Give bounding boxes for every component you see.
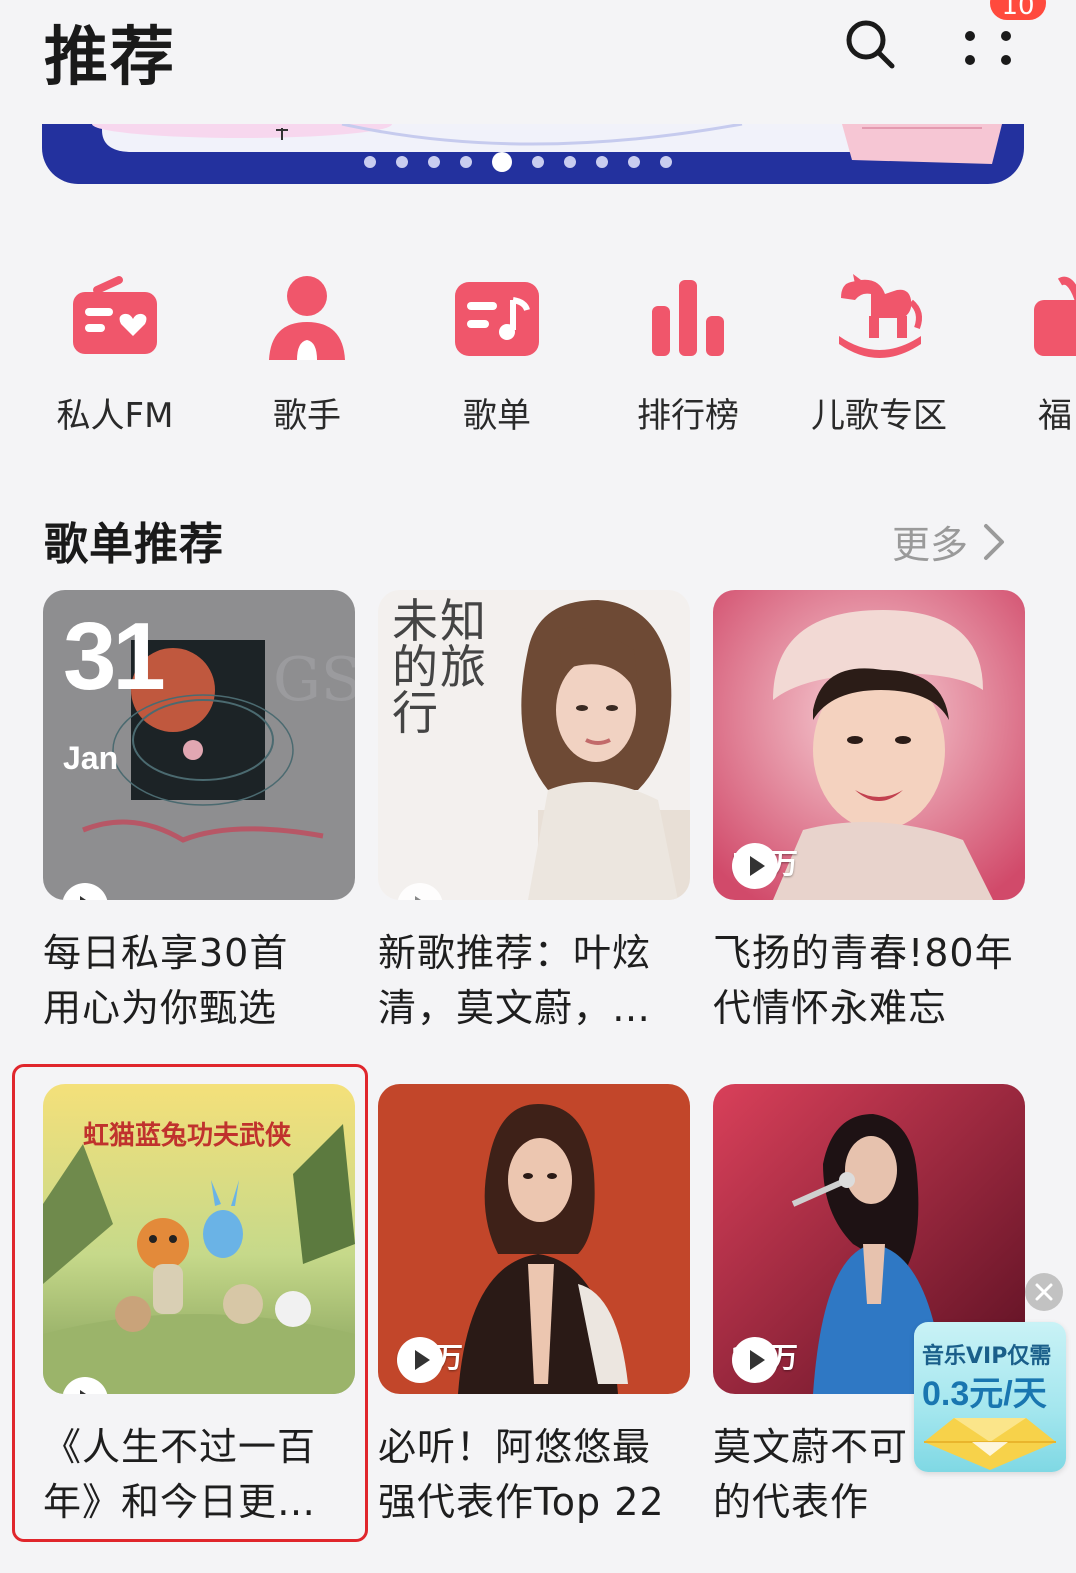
category-label: 私人FM [56, 396, 174, 436]
carousel-dot[interactable] [492, 152, 512, 172]
svg-text:GS: GS [273, 645, 355, 715]
playlist-card[interactable]: 50万 飞扬的青春!80年 代情怀永难忘 [713, 590, 1025, 1036]
chart-bars-icon [652, 280, 724, 356]
carousel-dot[interactable] [364, 156, 376, 168]
close-ad-icon[interactable] [1024, 1272, 1064, 1312]
play-icon [62, 883, 108, 900]
category-private-fm[interactable]: 私人FM [30, 272, 200, 437]
cover-title: 未知的旅行 [392, 594, 488, 740]
carousel-indicator [364, 152, 672, 172]
category-welfare[interactable]: 福 [986, 272, 1076, 437]
rocking-horse-icon [839, 274, 922, 358]
title-line: 的代表作 [713, 1480, 870, 1524]
playlist-icon [455, 282, 539, 356]
play-overlay[interactable]: 50万 [731, 842, 798, 889]
category-charts[interactable]: 排行榜 [603, 272, 773, 437]
playlist-title[interactable]: 新歌推荐：叶炫 清，莫文蔚，… [378, 926, 690, 1036]
title-line: 新歌推荐：叶炫 [378, 931, 652, 975]
category-label: 福 [1038, 396, 1072, 436]
gift-icon [1034, 276, 1076, 356]
highlight-annotation [12, 1064, 368, 1542]
category-label: 歌单 [463, 396, 531, 436]
radio-icon [73, 276, 157, 354]
vip-promo-line2: 0.3元/天 [922, 1375, 1047, 1413]
category-label: 歌手 [273, 396, 341, 436]
play-icon [397, 883, 443, 900]
category-singer[interactable]: 歌手 [222, 272, 392, 437]
play-overlay[interactable]: 60万 [396, 1336, 463, 1383]
title-line: 代情怀永难忘 [713, 986, 948, 1030]
category-label: 儿歌专区 [811, 396, 947, 436]
playlist-cover[interactable]: 50万 [713, 590, 1025, 900]
cover-date-month: Jan [63, 740, 119, 776]
category-playlist[interactable]: 歌单 [412, 272, 582, 437]
more-dots-icon[interactable] [958, 14, 1018, 74]
carousel-dot[interactable] [596, 156, 608, 168]
title-line: 强代表作Top 22 [378, 1480, 665, 1524]
playlist-cover[interactable]: GS 31 Jan [43, 590, 355, 900]
playlist-title[interactable]: 飞扬的青春!80年 代情怀永难忘 [713, 926, 1025, 1036]
vip-promo-ad[interactable]: 音乐VIP仅需 0.3元/天 [914, 1322, 1066, 1472]
section-title: 歌单推荐 [44, 519, 224, 570]
play-overlay[interactable]: 28万 [731, 1336, 798, 1383]
playlist-title[interactable]: 每日私享30首 用心为你甄选 [43, 926, 355, 1036]
playlist-cover[interactable]: 60万 [378, 1084, 690, 1394]
carousel-dot[interactable] [396, 156, 408, 168]
chevron-right-icon [984, 523, 1005, 560]
play-icon [732, 1337, 778, 1383]
cover-date-day: 31 [63, 603, 166, 710]
category-kids-songs[interactable]: 儿歌专区 [794, 272, 964, 437]
page-title: 推荐 [44, 21, 176, 95]
carousel-dot[interactable] [660, 156, 672, 168]
title-line: 清，莫文蔚，… [378, 986, 652, 1030]
title-line: 必听！阿悠悠最 [378, 1425, 652, 1469]
play-icon [732, 843, 778, 889]
title-line: 飞扬的青春!80年 [713, 931, 1014, 975]
title-line: 每日私享30首 [43, 931, 289, 975]
carousel-dot[interactable] [428, 156, 440, 168]
playlist-card[interactable]: 60万 必听！阿悠悠最 强代表作Top 22 [378, 1084, 690, 1530]
carousel-dot[interactable] [628, 156, 640, 168]
playlist-cover[interactable]: 未知的旅行 [378, 590, 690, 900]
playlist-card[interactable]: GS 31 Jan 每日私享30首 用心为你甄选 [43, 590, 355, 1036]
carousel-dot[interactable] [532, 156, 544, 168]
carousel-dot[interactable] [564, 156, 576, 168]
vip-gem-icon [924, 1418, 1056, 1470]
singer-icon [269, 276, 345, 360]
notification-badge: 10 [990, 0, 1046, 21]
play-icon [397, 1337, 443, 1383]
search-icon[interactable] [840, 14, 900, 74]
playlist-title[interactable]: 必听！阿悠悠最 强代表作Top 22 [378, 1420, 690, 1530]
category-label: 排行榜 [637, 396, 739, 436]
carousel-dot[interactable] [460, 156, 472, 168]
recommend-page: 推荐 10 私人FM 歌手 歌单 排行榜 儿歌专区 福 歌单推荐 更多 GS 3… [0, 0, 1076, 1573]
playlist-card[interactable]: 未知的旅行 新歌推荐：叶炫 清，莫文蔚，… [378, 590, 690, 1036]
more-link[interactable]: 更多 [892, 514, 1006, 569]
more-label: 更多 [892, 523, 969, 567]
title-line: 用心为你甄选 [43, 986, 278, 1030]
